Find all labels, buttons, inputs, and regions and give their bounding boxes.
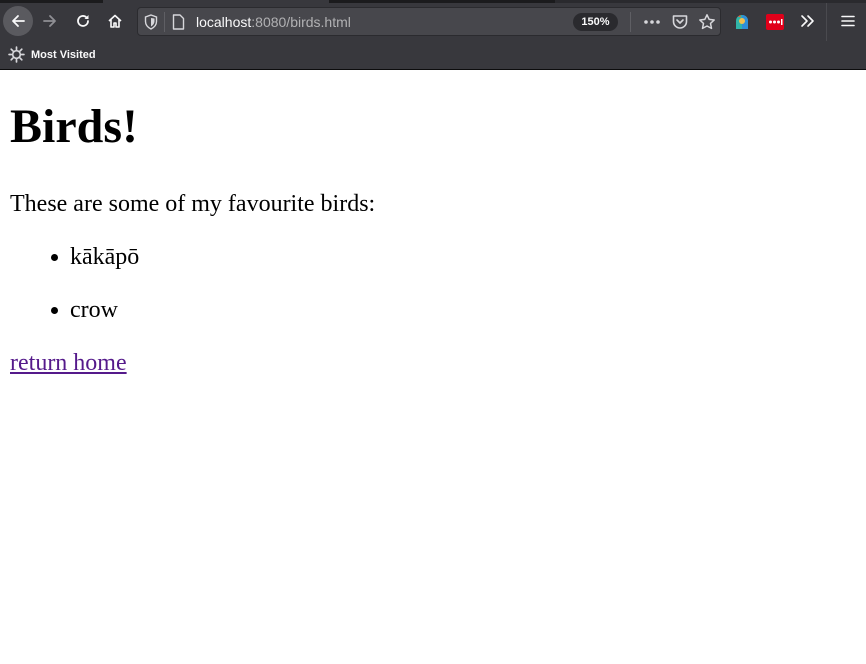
page-content: Birds! These are some of my favourite bi… bbox=[0, 70, 866, 664]
back-button[interactable] bbox=[3, 6, 33, 36]
bird-list: kākāpō crow bbox=[30, 240, 139, 346]
extension-icon[interactable] bbox=[766, 13, 784, 31]
pocket-icon[interactable] bbox=[671, 13, 689, 31]
bullet bbox=[51, 307, 58, 314]
bookmark-most-visited[interactable]: Most Visited bbox=[8, 46, 96, 63]
bird-name: kākāpō bbox=[70, 244, 140, 270]
url-path: :8080/birds.html bbox=[251, 14, 351, 30]
page-icon[interactable] bbox=[172, 14, 185, 30]
list-item: kākāpō bbox=[30, 240, 139, 274]
list-item: crow bbox=[30, 293, 139, 327]
bullet bbox=[51, 254, 58, 261]
forward-icon bbox=[43, 15, 56, 27]
divider bbox=[826, 3, 827, 41]
intro-text: These are some of my favourite birds: bbox=[10, 191, 376, 217]
forward-button[interactable] bbox=[35, 6, 65, 36]
back-icon bbox=[12, 15, 25, 27]
navigation-toolbar: localhost:8080/birds.html 150% bbox=[0, 3, 866, 41]
reload-icon bbox=[77, 15, 89, 27]
url-bar[interactable]: localhost:8080/birds.html 150% bbox=[137, 7, 721, 36]
more-icon[interactable] bbox=[643, 14, 661, 30]
home-icon bbox=[108, 14, 122, 28]
star-icon[interactable] bbox=[698, 13, 716, 31]
url-host: localhost bbox=[196, 14, 252, 30]
reload-button[interactable] bbox=[68, 6, 98, 36]
return-home-link[interactable]: return home bbox=[10, 346, 127, 380]
bookmarks-toolbar: Most Visited bbox=[0, 41, 866, 70]
bird-name: crow bbox=[70, 297, 118, 323]
bookmark-label: Most Visited bbox=[31, 48, 96, 61]
zoom-indicator[interactable]: 150% bbox=[573, 13, 618, 31]
home-button[interactable] bbox=[100, 6, 130, 36]
overflow-icon[interactable] bbox=[799, 13, 815, 29]
divider bbox=[164, 12, 165, 32]
page-title: Birds! bbox=[10, 100, 139, 153]
extension-icon[interactable] bbox=[733, 13, 751, 31]
menu-icon[interactable] bbox=[840, 13, 856, 29]
shield-icon[interactable] bbox=[144, 14, 158, 30]
gear-icon bbox=[8, 46, 25, 63]
divider bbox=[630, 12, 631, 32]
url-text[interactable]: localhost:8080/birds.html bbox=[196, 14, 351, 30]
